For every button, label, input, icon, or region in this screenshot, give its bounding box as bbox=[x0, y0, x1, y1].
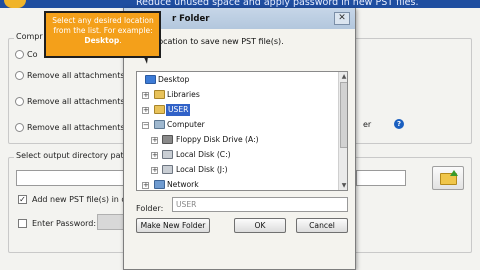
tree-item-desktop[interactable]: Desktop bbox=[138, 74, 337, 86]
remove-attachments-radio-1[interactable] bbox=[15, 71, 24, 80]
ok-button[interactable]: OK bbox=[234, 218, 286, 233]
tree-item-libraries[interactable]: + Libraries bbox=[138, 89, 337, 101]
add-new-pst-label: Add new PST file(s) in ou bbox=[32, 195, 132, 204]
user-folder-icon bbox=[154, 105, 165, 114]
tree-item-label: Local Disk (J:) bbox=[176, 165, 228, 174]
tree-item-label: Computer bbox=[167, 120, 205, 129]
browse-button[interactable] bbox=[432, 166, 464, 190]
tree-item-computer[interactable]: − Computer bbox=[138, 119, 337, 131]
make-new-folder-button[interactable]: Make New Folder bbox=[136, 218, 210, 233]
scrollbar-thumb[interactable] bbox=[340, 82, 347, 148]
tree-item-floppy[interactable]: + Floppy Disk Drive (A:) bbox=[138, 134, 337, 146]
callout-text: Select any desired location from the lis… bbox=[49, 16, 157, 46]
tooltip-callout: Select any desired location from the lis… bbox=[44, 11, 161, 58]
remove-attachments-radio-2[interactable] bbox=[15, 97, 24, 106]
floppy-drive-icon bbox=[162, 135, 173, 144]
password-input[interactable] bbox=[97, 214, 125, 230]
tree-item-user[interactable]: + USER bbox=[138, 104, 337, 116]
collapse-icon[interactable]: − bbox=[142, 122, 149, 129]
remove-attachments-label-3: Remove all attachments fr bbox=[27, 123, 134, 132]
close-icon[interactable]: ✕ bbox=[334, 12, 350, 25]
tree-item-label: Network bbox=[167, 180, 199, 189]
tree-item-network[interactable]: + Network bbox=[138, 179, 337, 190]
desktop-icon bbox=[145, 75, 156, 84]
callout-text-main: Select any desired location from the lis… bbox=[52, 16, 154, 35]
remove-attachments-label-2: Remove all attachments fr bbox=[27, 97, 134, 106]
expand-icon[interactable]: + bbox=[151, 167, 158, 174]
hard-disk-icon bbox=[162, 165, 173, 174]
output-path-input[interactable] bbox=[16, 170, 126, 186]
output-path-input-right[interactable] bbox=[356, 170, 406, 186]
callout-text-bold: Desktop bbox=[84, 36, 120, 45]
compact-radio-label: Co bbox=[27, 50, 38, 59]
tree-item-local-disk-c[interactable]: + Local Disk (C:) bbox=[138, 149, 337, 161]
scroll-down-arrow-icon[interactable]: ▼ bbox=[339, 181, 347, 190]
dialog-instruction: location to save new PST file(s). bbox=[156, 37, 284, 46]
folder-label: Folder: bbox=[136, 204, 164, 213]
expand-icon[interactable]: + bbox=[142, 92, 149, 99]
remove-attachments-radio-3[interactable] bbox=[15, 123, 24, 132]
right-option-label: er bbox=[363, 120, 372, 129]
hard-disk-icon bbox=[162, 150, 173, 159]
dialog-title: r Folder bbox=[172, 14, 210, 24]
remove-attachments-label-1: Remove all attachments in bbox=[27, 71, 135, 80]
add-new-pst-checkbox[interactable]: ✓ bbox=[18, 195, 27, 204]
tree-item-label: Floppy Disk Drive (A:) bbox=[176, 135, 259, 144]
output-path-label: Select output directory path fo bbox=[14, 151, 141, 160]
arrow-up-icon bbox=[450, 170, 458, 176]
folder-tree[interactable]: Desktop + Libraries + USER − Computer + … bbox=[136, 71, 348, 191]
enter-password-checkbox[interactable] bbox=[18, 219, 27, 228]
tree-item-label: Local Disk (C:) bbox=[176, 150, 231, 159]
scroll-up-arrow-icon[interactable]: ▲ bbox=[339, 72, 347, 81]
app-header-text: Reduce unused space and apply password i… bbox=[136, 0, 419, 8]
help-icon[interactable]: ? bbox=[394, 119, 404, 129]
compact-radio[interactable] bbox=[15, 50, 24, 59]
tree-scrollbar[interactable]: ▲ ▼ bbox=[338, 72, 347, 190]
expand-icon[interactable]: + bbox=[142, 107, 149, 114]
computer-icon bbox=[154, 120, 165, 129]
tree-item-local-disk-j[interactable]: + Local Disk (J:) bbox=[138, 164, 337, 176]
tree-item-label: Libraries bbox=[167, 90, 200, 99]
folder-input[interactable]: USER bbox=[172, 197, 348, 212]
tree-item-label-selected: USER bbox=[166, 104, 191, 116]
cancel-button[interactable]: Cancel bbox=[296, 218, 348, 233]
compress-group-label: Compr bbox=[14, 32, 45, 41]
libraries-icon bbox=[154, 90, 165, 99]
expand-icon[interactable]: + bbox=[142, 182, 149, 189]
expand-icon[interactable]: + bbox=[151, 137, 158, 144]
callout-text-suffix: . bbox=[119, 36, 122, 45]
expand-icon[interactable]: + bbox=[151, 152, 158, 159]
enter-password-label: Enter Password: bbox=[32, 219, 97, 228]
tree-item-label: Desktop bbox=[158, 75, 190, 84]
network-icon bbox=[154, 180, 165, 189]
